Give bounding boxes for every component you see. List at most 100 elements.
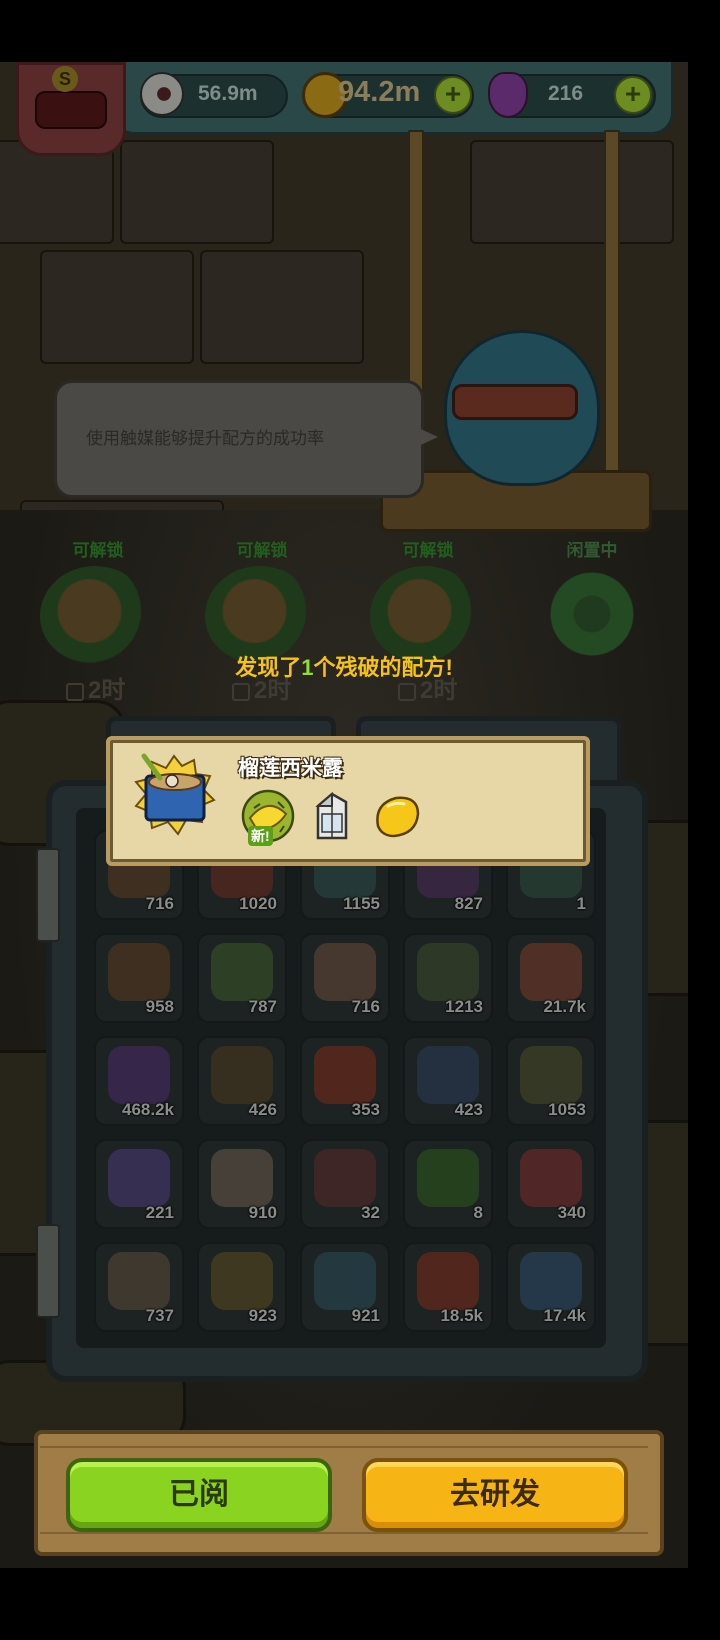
inventory-slot[interactable]: 787 — [197, 933, 287, 1023]
inventory-slot[interactable]: 423 — [403, 1036, 493, 1126]
milk-carton-icon — [315, 791, 348, 840]
inventory-slot[interactable]: 1213 — [403, 933, 493, 1023]
item-count: 18.5k — [440, 1306, 483, 1325]
inventory-slot[interactable]: 340 — [506, 1139, 596, 1229]
item-icon — [314, 1252, 376, 1310]
item-count: 737 — [145, 1306, 174, 1325]
go-research-button[interactable]: 去研发 — [362, 1458, 628, 1532]
item-count: 1053 — [548, 1100, 586, 1119]
inventory-slot[interactable]: 737 — [94, 1242, 184, 1332]
item-count: 1155 — [343, 894, 380, 913]
item-icon — [520, 943, 582, 1001]
rank-letter: S — [52, 66, 78, 92]
item-count: 958 — [145, 997, 174, 1016]
item-count: 787 — [248, 997, 277, 1016]
potion-value: 216 — [548, 82, 584, 105]
inventory-slot[interactable]: 958 — [94, 933, 184, 1023]
item-icon — [417, 1252, 479, 1310]
inventory-slot[interactable]: 1053 — [506, 1036, 596, 1126]
item-count: 221 — [145, 1203, 174, 1222]
item-icon — [314, 943, 376, 1001]
item-icon — [211, 1149, 273, 1207]
item-icon — [108, 1046, 170, 1104]
lock-icon — [398, 682, 416, 701]
inventory-slot[interactable]: 426 — [197, 1036, 287, 1126]
item-icon — [314, 1046, 376, 1104]
wall-brick — [40, 250, 194, 364]
mango-icon — [376, 796, 420, 838]
item-icon — [211, 1046, 273, 1104]
inventory-slot[interactable]: 21.7k — [506, 933, 596, 1023]
item-count: 1 — [576, 894, 586, 913]
potion-icon — [488, 72, 528, 118]
inventory-slot[interactable]: 221 — [94, 1139, 184, 1229]
add-coins-button[interactable]: + — [434, 76, 472, 114]
recipe-bowl-icon — [134, 753, 216, 836]
inventory-slot[interactable]: 17.4k — [506, 1242, 596, 1332]
slot-status-2: 可解锁 — [236, 541, 288, 560]
discovery-message: 发现了1个残破的配方! — [0, 650, 688, 682]
item-count: 923 — [248, 1306, 277, 1325]
slot-status-4: 闲置中 — [566, 541, 618, 560]
inventory-slot[interactable]: 716 — [300, 933, 390, 1023]
speech-text: 使用触媒能够提升配方的成功率 — [86, 429, 324, 448]
item-count: 423 — [454, 1100, 483, 1119]
inventory-slot[interactable]: 353 — [300, 1036, 390, 1126]
wall-brick — [470, 140, 674, 244]
item-count: 353 — [351, 1100, 380, 1119]
status-bar — [0, 0, 688, 62]
item-icon — [108, 1252, 170, 1310]
item-count: 340 — [557, 1203, 586, 1222]
discovery-suffix: 个残破的配方! — [313, 655, 453, 680]
lock-icon — [232, 682, 250, 701]
item-count: 716 — [145, 894, 174, 913]
speech-bubble-tail — [412, 425, 438, 449]
item-count: 827 — [454, 894, 483, 913]
item-icon — [520, 1252, 582, 1310]
research-slot-4[interactable] — [544, 566, 640, 662]
inventory-slot[interactable]: 18.5k — [403, 1242, 493, 1332]
slot-status-3: 可解锁 — [402, 541, 454, 560]
item-icon — [520, 1149, 582, 1207]
item-count: 716 — [351, 997, 380, 1016]
inventory-slot[interactable]: 32 — [300, 1139, 390, 1229]
swing-rope — [604, 130, 620, 484]
item-icon — [417, 943, 479, 1001]
item-icon — [314, 1149, 376, 1207]
item-count: 8 — [473, 1203, 483, 1222]
cabinet-hinge — [36, 1224, 60, 1318]
game-scene: S 56.9m 94.2m + 216 + 使用触媒能够提升配方的成功率 可解锁… — [0, 0, 688, 1568]
item-count: 468.2k — [122, 1100, 174, 1119]
recipe-name: 榴莲西米露 — [238, 757, 343, 780]
inventory-slot[interactable]: 921 — [300, 1242, 390, 1332]
wood-grain — [40, 1446, 648, 1448]
item-icon — [417, 1046, 479, 1104]
item-icon — [108, 943, 170, 1001]
add-potion-button[interactable]: + — [614, 76, 652, 114]
item-count: 426 — [248, 1100, 277, 1119]
item-count: 910 — [248, 1203, 277, 1222]
cabinet-hinge — [36, 848, 60, 942]
mark-read-button[interactable]: 已阅 — [66, 1458, 332, 1532]
item-count: 1020 — [239, 894, 277, 913]
item-icon — [211, 1252, 273, 1310]
item-icon — [108, 1149, 170, 1207]
new-badge: 新! — [248, 826, 273, 846]
eye-value: 56.9m — [198, 82, 258, 105]
slot-status-1: 可解锁 — [72, 541, 124, 560]
item-count: 21.7k — [543, 997, 586, 1016]
discovery-count: 1 — [301, 655, 314, 680]
wood-grain — [40, 1532, 648, 1534]
item-icon — [520, 1046, 582, 1104]
inventory-slot[interactable]: 8 — [403, 1139, 493, 1229]
inventory-slot[interactable]: 910 — [197, 1139, 287, 1229]
inventory-slot[interactable]: 468.2k — [94, 1036, 184, 1126]
discovery-prefix: 发现了 — [235, 655, 302, 680]
wall-brick — [200, 250, 364, 364]
item-count: 921 — [351, 1306, 380, 1325]
eye-icon — [140, 72, 184, 116]
lock-icon — [66, 682, 84, 701]
inventory-slot[interactable]: 923 — [197, 1242, 287, 1332]
coin-value: 94.2m — [338, 76, 421, 108]
monster-mouth — [452, 384, 578, 420]
